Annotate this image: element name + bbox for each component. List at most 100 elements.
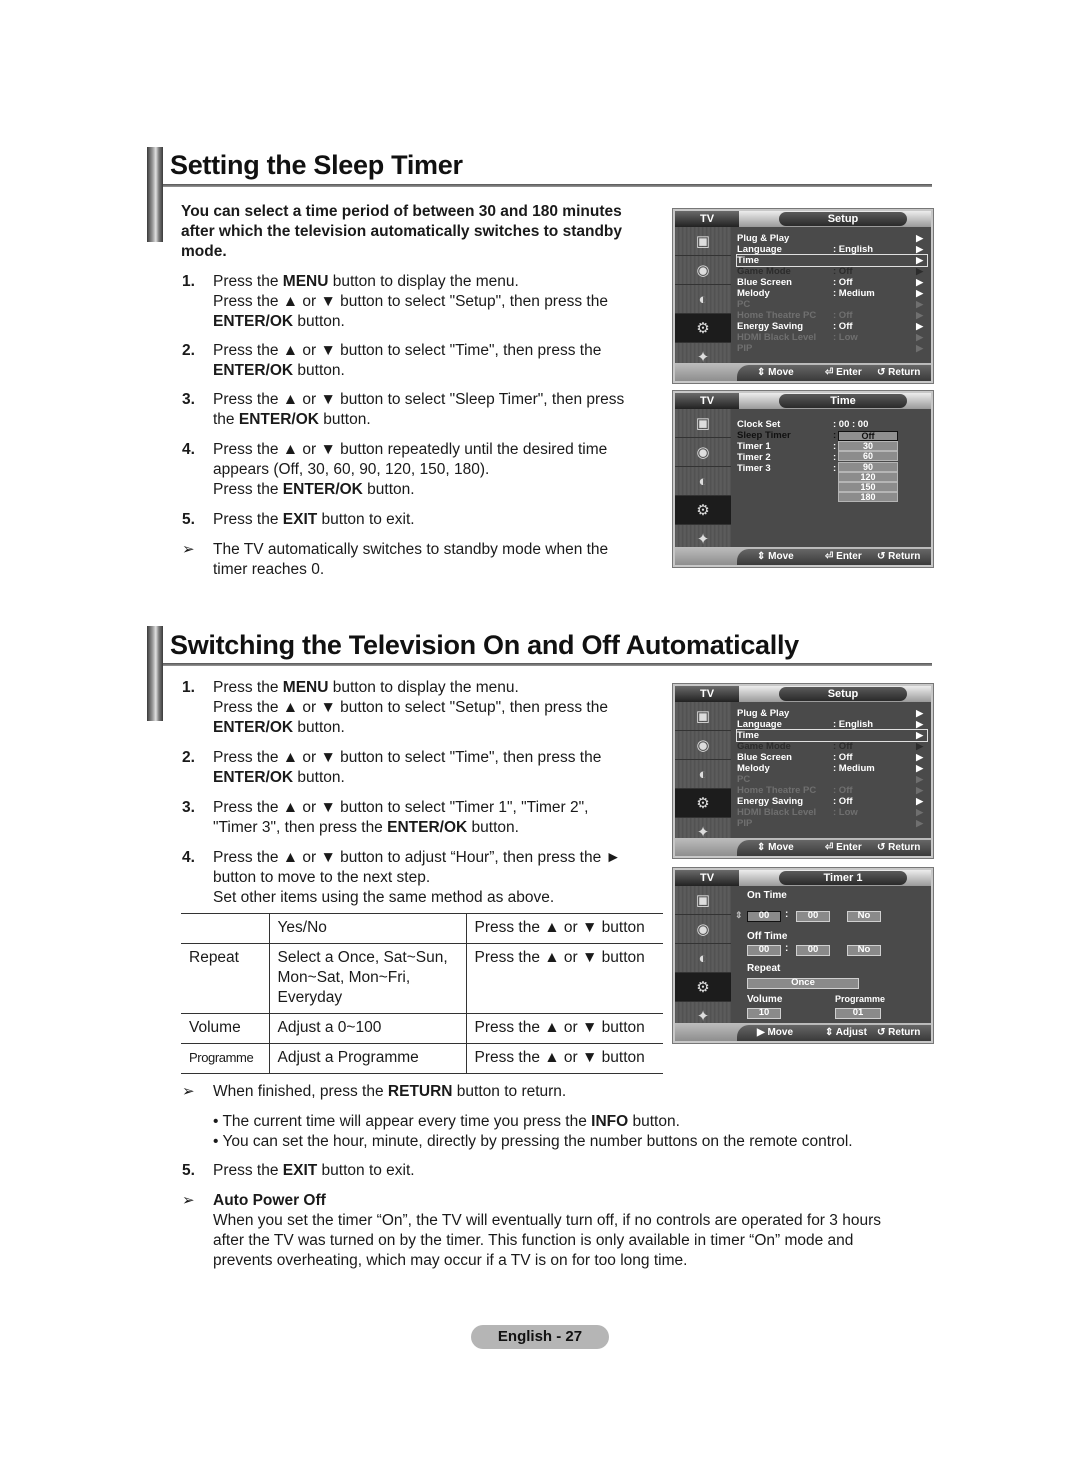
osd-tv-label: TV [675,686,739,702]
bold-keyword: EXIT [282,511,318,528]
osd-menu-item[interactable]: Plug & Play ▶ [737,708,927,719]
sleep-timer-option[interactable]: 150 [838,482,898,492]
text-run: appears (Off, 30, 60, 90, 120, 150, 180)… [213,461,490,478]
note-line: prevents overheating, which may occur if… [213,1252,688,1269]
menu-item-label: Home Theatre PC [737,785,817,796]
channel-icon[interactable]: ◐ [675,467,731,496]
off-hour-field[interactable]: 00 [747,945,781,956]
osd-menu-item[interactable]: PC ▶ [737,299,927,310]
osd-category-sidebar: ▣ ◉ ◐ ⚙ ✦ [675,702,731,847]
picture-icon[interactable]: ▣ [675,886,731,915]
menu-item-label: Sleep Timer [737,430,791,441]
menu-item-value: : Off [833,796,853,807]
osd-menu-item[interactable]: Game Mode: Off ▶ [737,266,927,277]
off-enable-field[interactable]: No [847,945,881,956]
osd-menu-item[interactable]: PIP ▶ [737,818,927,829]
osd-menu-item[interactable]: Home Theatre PC: Off ▶ [737,310,927,321]
step-line: Press the EXIT button to exit. [213,1161,415,1181]
table-cell: Press the ▲ or ▼ button [465,1013,663,1044]
repeat-field[interactable]: Once [747,978,859,989]
osd-menu-item[interactable]: Timer 3: [737,463,927,474]
osd-menu-item[interactable]: Sleep Timer: [737,430,927,441]
osd-menu-item[interactable]: Timer 2: [737,452,927,463]
volume-field[interactable]: 10 [747,1008,781,1019]
chevron-right-icon: ▶ [916,708,923,718]
osd-menu-item[interactable]: Language: English ▶ [737,244,927,255]
bold-keyword: ENTER/OK [282,481,363,498]
osd-menu-title: Setup [779,212,907,226]
setup-icon[interactable]: ⚙ [675,789,731,818]
sound-icon[interactable]: ◉ [675,731,731,760]
osd-menu-item[interactable]: Melody: Medium ▶ [737,288,927,299]
text-run: Press the ▲ or ▼ button to select "Setup… [213,699,608,716]
off-minute-field[interactable]: 00 [796,945,830,956]
osd-menu-item[interactable]: Clock Set: 00 : 00 [737,419,927,430]
osd-menu-item[interactable]: Energy Saving: Off ▶ [737,321,927,332]
channel-icon[interactable]: ◐ [675,760,731,789]
osd-menu-item[interactable]: HDMI Black Level: Low ▶ [737,332,927,343]
text-run: the [213,411,239,428]
on-minute-field[interactable]: 00 [796,911,830,922]
setup-icon[interactable]: ⚙ [675,496,731,525]
osd-menu-item[interactable]: PIP ▶ [737,343,927,354]
picture-icon[interactable]: ▣ [675,227,731,256]
picture-icon[interactable]: ▣ [675,409,731,438]
setup-icon[interactable]: ⚙ [675,314,731,343]
on-enable-field[interactable]: No [847,911,881,922]
sound-icon[interactable]: ◉ [675,256,731,285]
osd-menu-item[interactable]: Home Theatre PC: Off ▶ [737,785,927,796]
osd-menu-item[interactable]: Language: English ▶ [737,719,927,730]
table-cell: Select a Once, Sat~Sun, Mon~Sat, Mon~Fri… [268,943,466,1014]
channel-icon[interactable]: ◐ [675,944,731,973]
table-cell: Volume [181,1013,269,1044]
sound-icon[interactable]: ◉ [675,438,731,467]
sleep-timer-option[interactable]: 120 [838,471,898,482]
chevron-right-icon: ▶ [916,796,923,806]
osd-menu-item[interactable]: Plug & Play ▶ [737,233,927,244]
sound-icon[interactable]: ◉ [675,915,731,944]
sleep-timer-option[interactable]: Off [838,431,898,441]
osd-menu-item[interactable]: Timer 1: [737,441,927,452]
step-line: button to move to the next step. [213,868,621,888]
step-number: 2. [182,342,195,359]
text-run: button to return. [452,1083,567,1100]
picture-icon-glyph: ▣ [695,892,711,909]
text-run: Press the ▲ or ▼ button to adjust “Hour”… [213,849,621,866]
return-hint: ↺ Return [877,551,921,562]
programme-field[interactable]: 01 [835,1008,881,1019]
osd-menu-item[interactable]: Time ▶ [736,254,928,267]
osd-time-menu: TV Time ▣ ◉ ◐ ⚙ ✦ ⇕ Move ⏎ Enter ↺ Return Clock Se… [672,390,934,568]
sleep-timer-option[interactable]: 60 [838,451,898,462]
sleep-timer-option[interactable]: 30 [838,441,898,452]
bullet-note: • The current time will appear every tim… [213,1112,933,1132]
osd-menu-item[interactable]: Game Mode: Off ▶ [737,741,927,752]
channel-icon-glyph: ◐ [698,290,708,308]
menu-item-value: : English [833,244,874,255]
channel-icon[interactable]: ◐ [675,285,731,314]
picture-icon[interactable]: ▣ [675,702,731,731]
step-line: • The current time will appear every tim… [213,1112,933,1132]
text-run: button. [293,362,345,379]
osd-menu-item[interactable]: Time ▶ [736,729,928,742]
text-run: button to move to the next step. [213,869,431,886]
on-hour-field[interactable]: 00 [747,911,781,922]
osd-menu-item[interactable]: Blue Screen: Off ▶ [737,752,927,763]
osd-header: TV Setup [675,211,931,227]
osd-menu-item[interactable]: Melody: Medium ▶ [737,763,927,774]
osd-menu-item[interactable]: Energy Saving: Off ▶ [737,796,927,807]
sleep-timer-option[interactable]: 90 [838,461,898,472]
bold-keyword: MENU [282,273,329,290]
setup-icon[interactable]: ⚙ [675,973,731,1002]
chevron-right-icon: ▶ [916,255,923,265]
menu-item-value: : Off [833,752,853,763]
osd-menu-item[interactable]: Blue Screen: Off ▶ [737,277,927,288]
menu-item-label: PIP [737,818,753,829]
menu-item-label: Plug & Play [737,708,790,719]
chevron-right-icon: ▶ [916,752,923,762]
sleep-timer-option[interactable]: 180 [838,492,898,503]
osd-menu-item[interactable]: HDMI Black Level: Low ▶ [737,807,927,818]
osd-menu-item[interactable]: PC ▶ [737,774,927,785]
step-line: Press the ENTER/OK button. [213,480,607,500]
menu-item-value: : Medium [833,288,875,299]
move-hint: ▶ Move [757,1027,794,1038]
